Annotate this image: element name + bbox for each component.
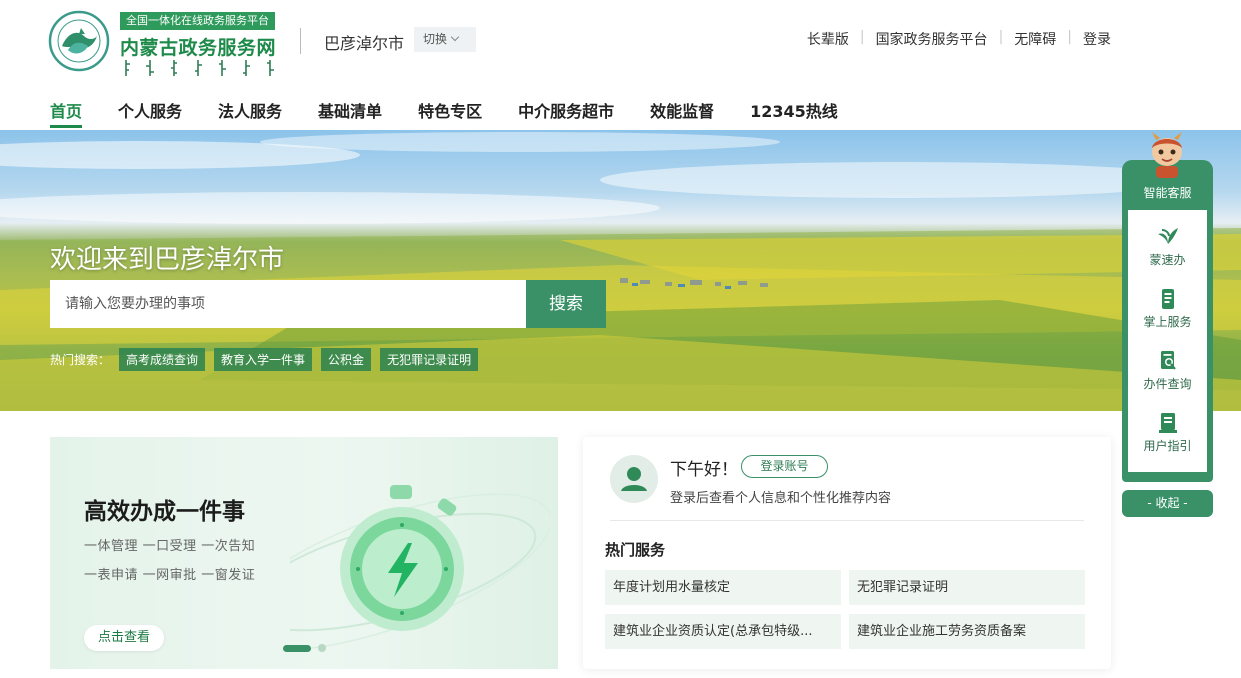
promo-subtitle-2: 一表申请 一网审批 一窗发证 <box>84 568 256 583</box>
link-divider: | <box>1067 29 1072 45</box>
smart-customer-service-label[interactable]: 智能客服 <box>1122 184 1213 201</box>
user-avatar <box>610 455 658 503</box>
mobile-service-label: 掌上服务 <box>1143 315 1192 329</box>
link-divider: | <box>998 29 1004 45</box>
carousel-dot-2[interactable] <box>318 644 326 652</box>
hot-services-heading: 热门服务 <box>605 541 666 559</box>
nav-item-home[interactable]: 首页 <box>50 98 83 128</box>
nav-item-hotline-12345[interactable]: 12345热线 <box>750 98 838 128</box>
case-search-link[interactable]: 办件查询 <box>1122 350 1213 392</box>
hot-search-bar: 热门搜索： 高考成绩查询 教育入学一件事 公积金 无犯罪记录证明 <box>50 348 479 371</box>
city-switch-button[interactable]: 切换 <box>414 27 476 52</box>
header-divider <box>300 28 301 54</box>
hero-banner: 欢迎来到巴彦淖尔市 搜索 热门搜索： 高考成绩查询 教育入学一件事 公积金 无犯… <box>0 130 1241 411</box>
nav-item-intermediary-market[interactable]: 中介服务超市 <box>518 98 614 128</box>
user-icon <box>610 455 658 503</box>
promo-title: 高效办成一件事 <box>84 499 245 525</box>
promo-carousel[interactable]: 高效办成一件事 一体管理 一口受理 一次告知 一表申请 一网审批 一窗发证 点击… <box>50 437 558 669</box>
card-divider <box>610 520 1084 521</box>
service-search-input[interactable] <box>50 280 526 328</box>
nav-item-basic-list[interactable]: 基础清单 <box>318 98 382 128</box>
top-links: 长辈版 | 国家政务服务平台 | 无障碍 | 登录 <box>807 29 1111 49</box>
mengsuban-link[interactable]: 蒙速办 <box>1122 226 1213 268</box>
elder-version-link[interactable]: 长辈版 <box>807 29 849 49</box>
main-nav: 首页 个人服务 法人服务 基础清单 特色专区 中介服务超市 效能监督 12345… <box>50 98 874 128</box>
login-tip: 登录后查看个人信息和个性化推荐内容 <box>670 491 892 506</box>
collapse-panel-button[interactable]: - 收起 - <box>1122 490 1213 517</box>
mongolian-script-title <box>125 60 274 76</box>
hot-search-label: 热门搜索： <box>50 353 111 367</box>
login-account-button[interactable]: 登录账号 <box>741 455 828 478</box>
nav-item-personal-service[interactable]: 个人服务 <box>118 98 182 128</box>
search-button[interactable]: 搜索 <box>526 280 606 328</box>
hot-tag-no-criminal-record[interactable]: 无犯罪记录证明 <box>380 348 479 371</box>
hot-tag-housing-fund[interactable]: 公积金 <box>321 348 372 371</box>
hot-tag-school-enrollment[interactable]: 教育入学一件事 <box>214 348 313 371</box>
robot-assistant-icon[interactable] <box>1144 130 1190 180</box>
user-guide-icon <box>1158 413 1177 433</box>
case-search-icon <box>1160 351 1176 370</box>
nav-item-legal-entity-service[interactable]: 法人服务 <box>218 98 282 128</box>
promo-view-button[interactable]: 点击查看 <box>84 625 164 651</box>
nav-item-efficiency-supervision[interactable]: 效能监督 <box>650 98 714 128</box>
login-link[interactable]: 登录 <box>1083 29 1111 49</box>
chevron-down-icon <box>450 32 460 42</box>
carousel-indicators <box>283 644 326 652</box>
hot-service-water-quota[interactable]: 年度计划用水量核定 <box>605 570 841 605</box>
city-switch-label: 切换 <box>423 32 448 46</box>
case-search-label: 办件查询 <box>1143 377 1192 391</box>
mengsuban-icon <box>1157 228 1178 244</box>
accessibility-link[interactable]: 无障碍 <box>1014 29 1056 49</box>
link-divider: | <box>859 29 865 45</box>
site-header: 全国一体化在线政务服务平台 内蒙古政务服务网 巴彦淖尔市 切换 长辈版 | 国家… <box>0 0 1241 130</box>
mobile-service-icon <box>1161 289 1174 309</box>
carousel-dot-1[interactable] <box>283 644 311 652</box>
hot-service-labor-qualification-filing[interactable]: 建筑业企业施工劳务资质备案 <box>849 614 1085 649</box>
floating-service-panel: 智能客服 蒙速办 掌上服务 办件查询 用户指引 <box>1122 130 1213 482</box>
mobile-service-link[interactable]: 掌上服务 <box>1122 288 1213 330</box>
user-service-card: 下午好！ 登录账号 登录后查看个人信息和个性化推荐内容 热门服务 年度计划用水量… <box>583 437 1111 669</box>
greeting-text: 下午好！ <box>670 460 738 480</box>
platform-slogan-badge: 全国一体化在线政务服务平台 <box>120 12 275 30</box>
user-guide-link[interactable]: 用户指引 <box>1122 412 1213 454</box>
mengsuban-label: 蒙速办 <box>1149 253 1186 267</box>
government-emblem-logo[interactable] <box>48 10 110 72</box>
hot-service-construction-qualification[interactable]: 建筑业企业资质认定(总承包特级... <box>605 614 841 649</box>
stopwatch-lightning-illustration <box>290 485 550 651</box>
promo-subtitle-1: 一体管理 一口受理 一次告知 <box>84 539 256 554</box>
site-title[interactable]: 内蒙古政务服务网 <box>120 33 276 60</box>
current-city: 巴彦淖尔市 <box>324 34 405 53</box>
hot-service-no-criminal-record[interactable]: 无犯罪记录证明 <box>849 570 1085 605</box>
hot-tag-exam-score[interactable]: 高考成绩查询 <box>119 348 206 371</box>
user-guide-label: 用户指引 <box>1143 439 1192 453</box>
welcome-heading: 欢迎来到巴彦淖尔市 <box>50 245 285 275</box>
nav-item-special-zone[interactable]: 特色专区 <box>418 98 482 128</box>
national-platform-link[interactable]: 国家政务服务平台 <box>876 29 988 49</box>
